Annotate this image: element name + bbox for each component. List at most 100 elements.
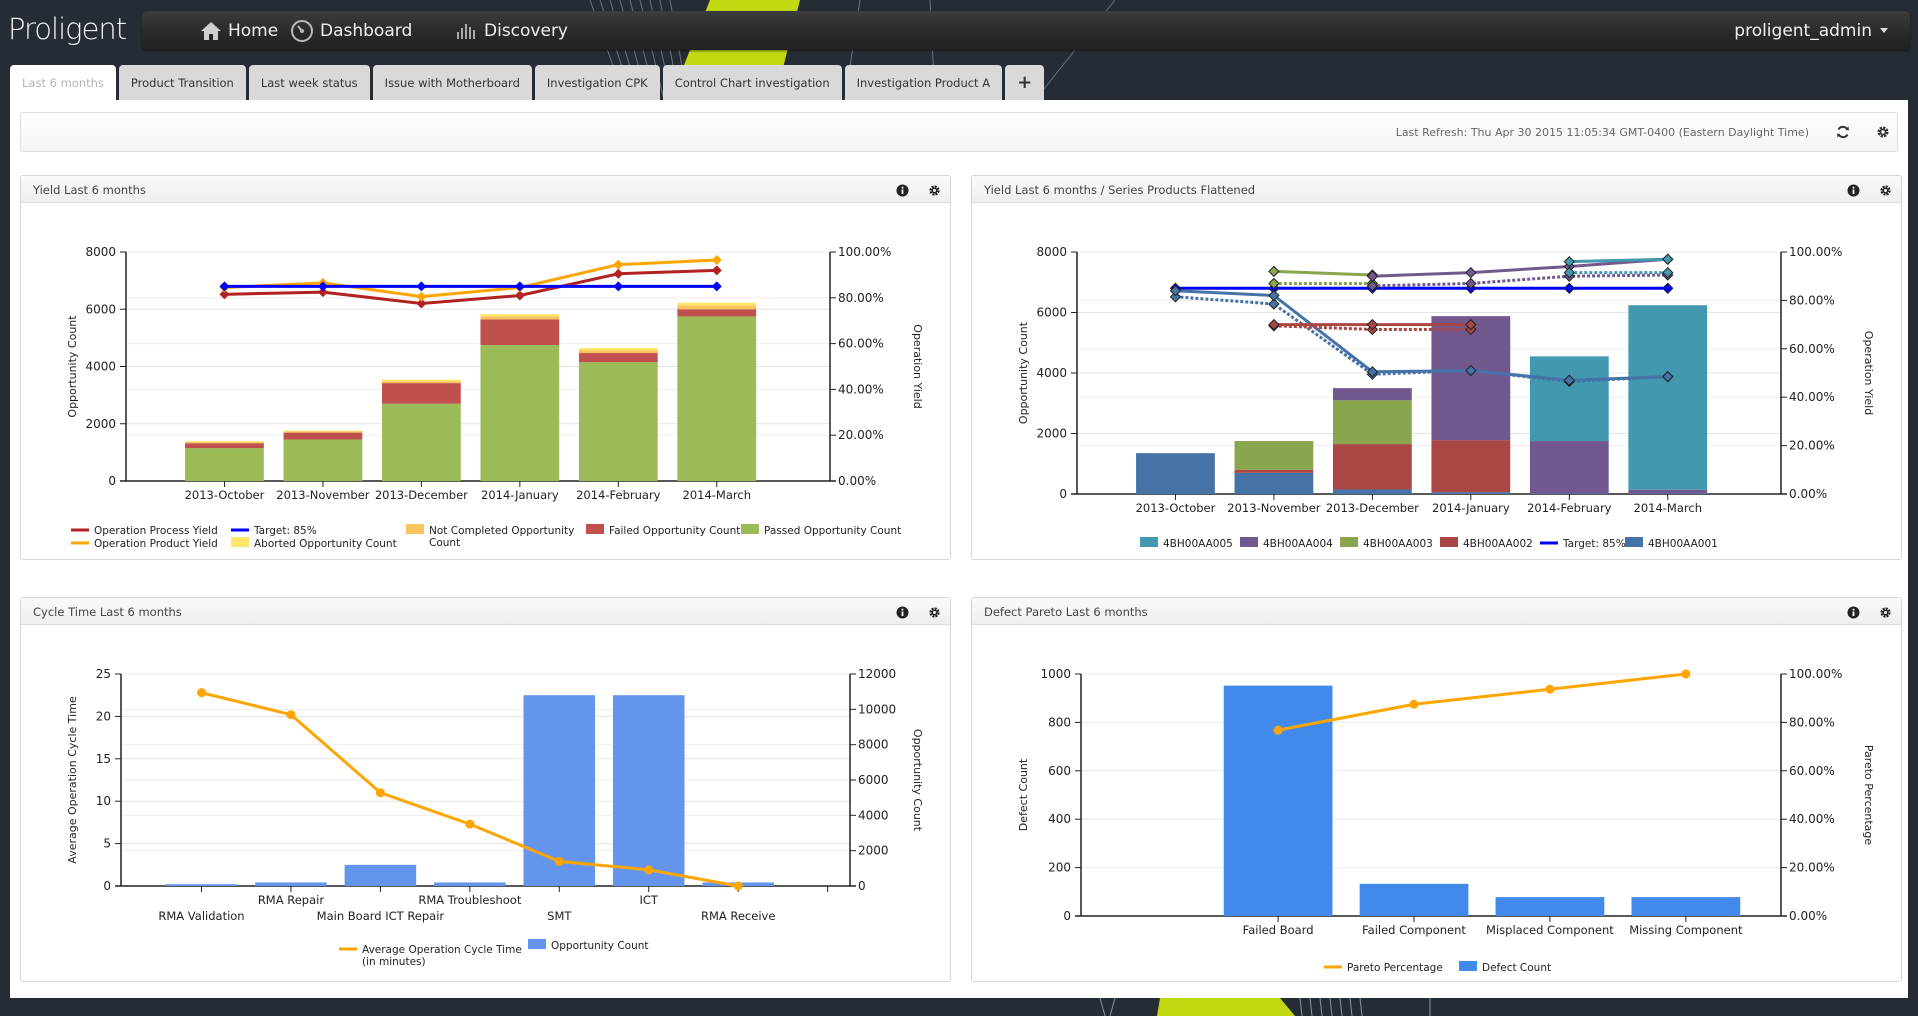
tab-issue-with-motherboard[interactable]: Issue with Motherboard [372,65,532,100]
refresh-button[interactable] [1835,124,1851,140]
x-tick-label: RMA Troubleshoot [418,893,521,907]
legend-item[interactable]: Defect Count [1459,961,1551,974]
y-right-tick-label: 12000 [858,667,896,681]
y-axis-label: Opportunity Count [66,315,79,418]
bar-failed-opportunity-count [480,319,560,346]
y-right-tick-label: 40.00% [1789,812,1835,826]
legend-item[interactable]: 4BH00AA003 [1340,537,1433,550]
point-4bh00aa004-product-yield [1465,266,1477,279]
legend-swatch-icon [231,537,249,547]
y-right-tick-label: 60.00% [1789,342,1835,356]
legend-item[interactable]: Pareto Percentage [1324,962,1443,974]
tab-investigation-product-a[interactable]: Investigation Product A [844,65,1003,100]
panel-title: Cycle Time Last 6 months [33,605,182,619]
x-tick-label: 2013-October [185,488,265,502]
legend-item[interactable]: Target: 85% [231,525,317,537]
legend-item[interactable]: Failed Opportunity Count [586,524,740,537]
y-tick-label: 5 [103,837,111,851]
y-tick-label: 1000 [1040,667,1071,681]
info-icon [896,184,908,196]
legend-item[interactable]: 4BH00AA004 [1240,537,1333,550]
panel-settings-button[interactable] [1877,604,1893,620]
tab-control-chart-investigation[interactable]: Control Chart investigation [662,65,842,100]
legend-label: Operation Process Yield [94,525,218,537]
point-average-operation-cycle-time-in-minutes [465,819,475,829]
panel-cycle-time: Cycle Time Last 6 months 0 5 10 15 20 25 0 2000… [20,597,951,982]
nav-home[interactable]: Home [200,11,278,50]
gear-icon [1879,606,1891,618]
panel-info-button[interactable] [894,182,910,198]
panel-settings-button[interactable] [926,182,942,198]
y-right-tick-label: 100.00% [1789,245,1842,259]
panel-info-button[interactable] [1845,182,1861,198]
tab-last-week-status[interactable]: Last week status [248,65,370,100]
bar-opportunity-count [344,864,417,886]
bar-4bh00aa002 [1234,469,1314,473]
bar-4bh00aa002 [1333,444,1412,490]
point-average-operation-cycle-time-in-minutes [644,865,654,875]
legend-swatch-icon [1625,537,1643,547]
nav-dashboard[interactable]: Dashboard [290,11,412,50]
x-tick-label: SMT [547,909,572,923]
panel-settings-button[interactable] [1877,182,1893,198]
y-axis-right-label: Operation Yield [911,324,924,408]
legend-item[interactable]: Target: 85% [1540,538,1626,550]
gear-icon [1879,184,1891,196]
legend-label: 4BH00AA001 [1648,538,1718,550]
legend-item[interactable]: 4BH00AA002 [1440,537,1533,550]
nav-discovery[interactable]: Discovery [456,11,568,50]
legend-swatch-icon [586,524,604,534]
bar-not-completed-opportunity-count [578,350,658,354]
legend-item[interactable]: Aborted Opportunity Count [231,537,397,550]
legend-swatch-icon [1140,537,1158,547]
user-menu[interactable]: proligent_admin [1734,11,1888,50]
y-right-tick-label: 60.00% [1789,764,1835,778]
bar-4bh00aa001 [1529,493,1609,494]
panel-info-button[interactable] [894,604,910,620]
legend-label: Count [429,537,460,549]
nav-discovery-label: Discovery [484,20,568,41]
dashboard-settings-button[interactable] [1875,124,1891,140]
point-4bh00aa003-product-yield [1268,265,1280,278]
legend-item[interactable]: Average Operation Cycle Time(in minutes) [339,944,522,968]
bar-passed-opportunity-count [578,362,658,481]
legend-item[interactable]: 4BH00AA001 [1625,537,1718,550]
bar-aborted-opportunity-count [185,441,264,443]
panel-settings-button[interactable] [926,604,942,620]
legend-label: Target: 85% [253,525,317,537]
x-tick-label: 2013-November [276,488,370,502]
bar-defect-count [1223,685,1333,916]
tab-last-6-months[interactable]: Last 6 months [10,65,116,100]
panel-info-button[interactable] [1845,604,1861,620]
legend-item[interactable]: Not Completed OpportunityCount [406,524,574,549]
legend-item[interactable]: Operation Process Yield [71,525,218,537]
point-pareto-percentage [1545,684,1555,694]
line-4bh00aa003-product-yield [1273,269,1373,277]
legend-item[interactable]: 4BH00AA005 [1140,537,1233,550]
y-right-tick-label: 60.00% [838,337,884,351]
legend-label: Aborted Opportunity Count [254,538,397,550]
tab-product-transition[interactable]: Product Transition [118,65,246,100]
tab-investigation-cpk[interactable]: Investigation CPK [534,65,660,100]
point-target-85 [613,281,624,292]
point-pareto-percentage [1409,699,1419,709]
add-tab-button[interactable]: + [1005,65,1045,100]
bar-4bh00aa001 [1333,489,1412,494]
app-logo[interactable]: Proligent [8,12,127,46]
legend-item[interactable]: Opportunity Count [528,939,649,952]
panel-title: Yield Last 6 months / Series Products Fl… [984,183,1256,197]
yield-chart: 0 2000 4000 6000 8000 0.00% 20.00% 40.00% 60.00%… [66,245,924,550]
y-right-tick-label: 20.00% [1789,439,1835,453]
point-operation-process-yield [711,265,722,276]
bar-passed-opportunity-count [677,316,757,481]
legend-swatch-icon [1340,537,1358,547]
bar-4bh00aa001 [1431,492,1511,494]
bar-failed-opportunity-count [283,432,363,440]
bar-opportunity-count [612,695,685,886]
gauge-icon [291,19,313,42]
legend-item[interactable]: Operation Product Yield [71,538,218,550]
point-4bh00aa004-product-yield [1366,270,1379,282]
cycle-time-chart: 0 5 10 15 20 25 0 2000 4000 6000 8000 10000 12000 Ave… [66,667,924,968]
y-axis-right-label: Pareto Percentage [1862,745,1875,846]
legend-item[interactable]: Passed Opportunity Count [741,524,901,537]
